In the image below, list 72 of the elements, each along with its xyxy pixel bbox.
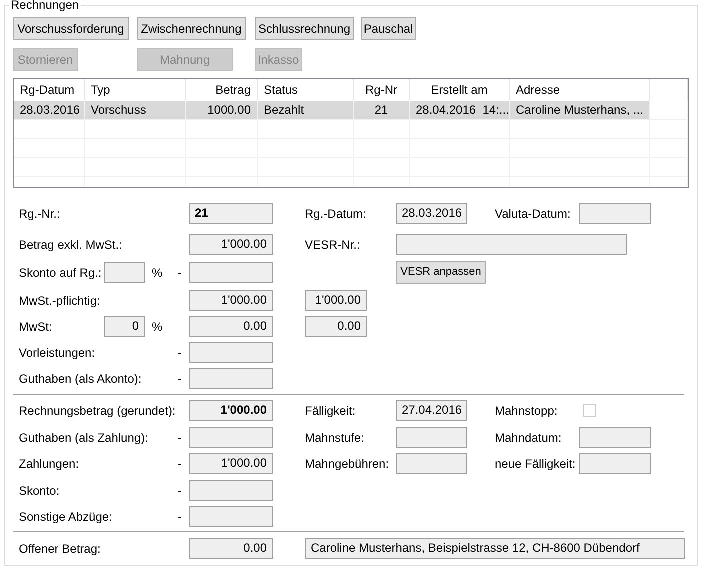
input-field[interactable]: 0 xyxy=(104,316,145,337)
field-label: Guthaben (als Akonto): xyxy=(19,370,143,388)
input-field[interactable] xyxy=(189,262,273,283)
field-label: Rg.-Nr.: xyxy=(19,206,62,222)
input-field[interactable]: 1'000.00 xyxy=(189,453,273,474)
input-field[interactable] xyxy=(189,427,273,448)
table-cell: Vorschuss xyxy=(85,101,186,119)
minus-sign: - xyxy=(178,430,183,446)
input-field[interactable]: 27.04.2016 xyxy=(396,400,467,421)
table-cell: 1000.00 xyxy=(186,101,258,119)
action-button[interactable]: Pauschal xyxy=(361,17,416,40)
checkbox[interactable] xyxy=(583,404,596,417)
field-label: Skonto auf Rg.: xyxy=(19,264,103,282)
input-field[interactable] xyxy=(579,427,651,448)
minus-sign: - xyxy=(178,482,183,500)
input-field[interactable] xyxy=(396,234,627,255)
input-field[interactable] xyxy=(189,342,273,363)
input-field[interactable] xyxy=(189,368,273,389)
field-label: Vorleistungen: xyxy=(19,344,96,362)
input-field[interactable]: 0.00 xyxy=(189,316,273,337)
field-label: Betrag exkl. MwSt.: xyxy=(19,236,124,254)
field-label: Rechnungsbetrag (gerundet): xyxy=(19,402,177,420)
field-label: Rg.-Datum: xyxy=(305,206,368,222)
minus-sign: - xyxy=(178,344,183,362)
field-label: Guthaben (als Zahlung): xyxy=(19,430,150,446)
action-button[interactable]: Vorschussforderung xyxy=(13,17,129,40)
field-label: Mahndatum: xyxy=(495,430,563,446)
input-field[interactable]: 1'000.00 xyxy=(189,290,273,311)
field-label: neue Fälligkeit: xyxy=(495,456,577,472)
input-field[interactable] xyxy=(189,480,273,501)
field-label: Valuta-Datum: xyxy=(495,206,572,222)
table-cell: 21 xyxy=(354,101,410,119)
input-field[interactable] xyxy=(189,506,273,527)
minus-sign: - xyxy=(178,370,183,388)
action-button[interactable]: Schlussrechnung xyxy=(255,17,354,40)
field-label: Offener Betrag: xyxy=(19,540,102,558)
field-label: MwSt.-pflichtig: xyxy=(19,292,102,310)
input-field[interactable] xyxy=(396,453,467,474)
input-field[interactable]: 21 xyxy=(189,203,273,224)
minus-sign: - xyxy=(178,508,183,526)
field-label: Mahngebühren: xyxy=(305,456,390,472)
input-field[interactable]: Caroline Musterhans, Beispielstrasse 12, CH-8600 Dübendorf xyxy=(305,538,685,559)
field-label: Skonto: xyxy=(19,482,61,500)
action-button[interactable]: Zwischenrechnung xyxy=(137,17,246,40)
field-label: Mahnstufe: xyxy=(305,430,366,446)
group-title: Rechnungen xyxy=(9,0,82,12)
input-field[interactable]: 1'000.00 xyxy=(189,234,273,255)
input-field[interactable] xyxy=(579,203,651,224)
input-field[interactable]: 0.00 xyxy=(305,316,367,337)
input-field[interactable] xyxy=(396,427,467,448)
input-field[interactable]: 1'000.00 xyxy=(305,290,367,311)
input-field[interactable]: 1'000.00 xyxy=(189,400,273,421)
field-label: VESR-Nr.: xyxy=(305,236,362,254)
input-field[interactable] xyxy=(579,453,651,474)
input-field[interactable] xyxy=(104,262,145,283)
field-label: Zahlungen: xyxy=(19,456,80,472)
input-field[interactable]: 0.00 xyxy=(189,538,273,559)
field-label: MwSt: xyxy=(19,318,54,336)
table-cell: 28.03.2016 xyxy=(14,101,85,119)
vesr-button[interactable]: VESR anpassen xyxy=(396,261,486,284)
input-field[interactable]: 28.03.2016 xyxy=(396,203,467,224)
table-row[interactable]: 28.03.2016 Vorschuss 1000.00 Bezahlt 21 28.04.2016 14:... Caroline Musterhans, ... xyxy=(14,101,650,119)
minus-sign: - xyxy=(178,264,183,282)
table-cell: Bezahlt xyxy=(258,101,354,119)
unit-label: % xyxy=(152,264,163,282)
table-cell: 28.04.2016 14:... xyxy=(410,101,510,119)
field-label: Sonstige Abzüge: xyxy=(19,508,114,526)
table-cell: Caroline Musterhans, ... xyxy=(510,101,650,119)
minus-sign: - xyxy=(178,456,183,472)
field-label: Fälligkeit: xyxy=(305,402,357,420)
unit-label: % xyxy=(152,318,163,336)
field-label: Mahnstopp: xyxy=(495,402,559,420)
